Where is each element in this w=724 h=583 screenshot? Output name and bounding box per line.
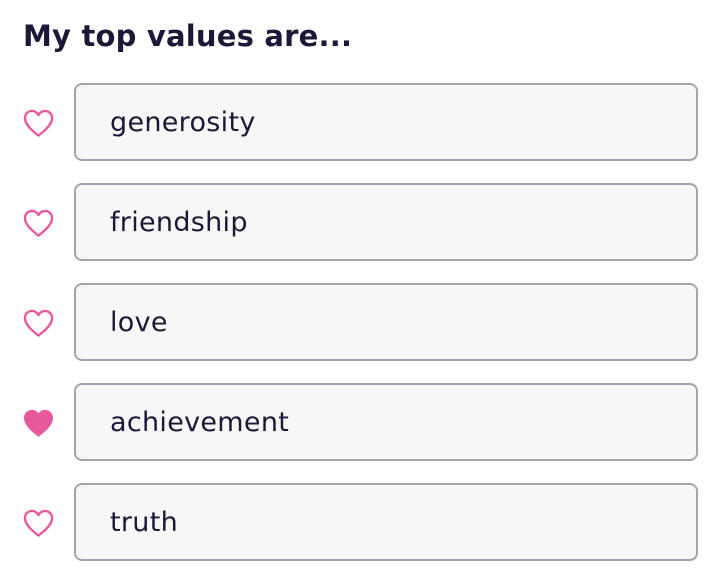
list-item: truth: [0, 483, 724, 561]
values-list: generosity friendship love achievement t…: [0, 83, 724, 583]
list-item: love: [0, 283, 724, 361]
list-item: generosity: [0, 83, 724, 161]
favorite-toggle-button[interactable]: [21, 307, 55, 339]
list-item: achievement: [0, 383, 724, 461]
heart-outline-icon: [23, 309, 53, 337]
heart-outline-icon: [23, 109, 53, 137]
value-field[interactable]: truth: [74, 483, 698, 561]
heart-filled-icon: [23, 409, 53, 437]
favorite-toggle-button[interactable]: [21, 507, 55, 539]
page-title: My top values are...: [23, 19, 353, 53]
favorite-toggle-button[interactable]: [21, 107, 55, 139]
value-field[interactable]: friendship: [74, 183, 698, 261]
value-field[interactable]: generosity: [74, 83, 698, 161]
favorite-toggle-button[interactable]: [21, 207, 55, 239]
heart-outline-icon: [23, 509, 53, 537]
value-field[interactable]: love: [74, 283, 698, 361]
heart-outline-icon: [23, 209, 53, 237]
favorite-toggle-button[interactable]: [21, 407, 55, 439]
value-field[interactable]: achievement: [74, 383, 698, 461]
list-item: friendship: [0, 183, 724, 261]
